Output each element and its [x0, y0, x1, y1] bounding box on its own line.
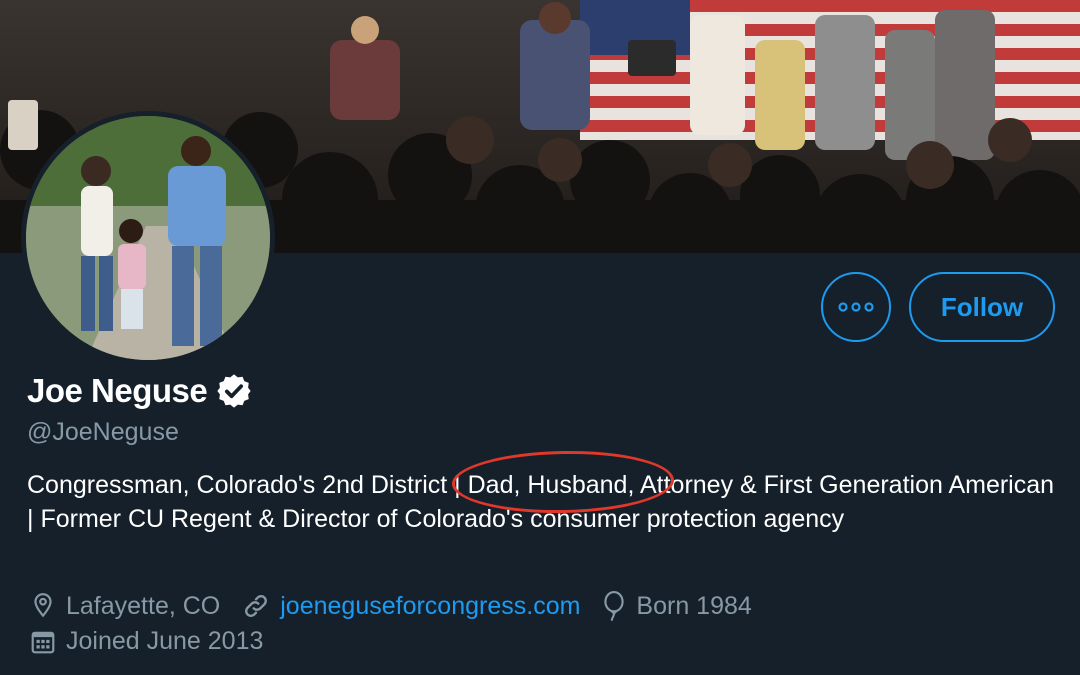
- birthdate-text: Born 1984: [636, 591, 752, 620]
- profile-name-row: Joe Neguse: [27, 372, 253, 410]
- avatar-photo: [26, 116, 270, 360]
- location-item: Lafayette, CO: [30, 592, 220, 621]
- verified-badge-icon: [215, 372, 253, 410]
- joined-item: Joined June 2013: [30, 627, 263, 656]
- profile-name: Joe Neguse: [27, 372, 208, 409]
- avatar[interactable]: [21, 111, 275, 365]
- bio-highlight-label: Dad, Husband,: [467, 471, 635, 499]
- joined-text: Joined June 2013: [66, 627, 264, 655]
- profile-handle: @JoeNeguse: [27, 418, 179, 446]
- more-options-icon: [838, 302, 874, 312]
- follow-button[interactable]: Follow: [909, 272, 1055, 342]
- location-pin-icon: [30, 592, 56, 620]
- more-options-button[interactable]: [821, 272, 891, 342]
- calendar-icon: [30, 629, 56, 655]
- profile-meta-row: Lafayette, CO joeneguseforcongress.com B…: [30, 591, 774, 621]
- birthdate-item: Born 1984: [602, 591, 752, 621]
- bio-highlighted-text: Dad, Husband,: [451, 449, 675, 515]
- link-icon: [242, 592, 270, 620]
- website-link[interactable]: joeneguseforcongress.com: [280, 592, 580, 621]
- location-text: Lafayette, CO: [66, 591, 221, 620]
- website-item[interactable]: joeneguseforcongress.com: [242, 592, 580, 621]
- bio-text-start: Congressman, Colorado's 2nd District |: [27, 471, 468, 499]
- balloon-icon: [602, 591, 626, 621]
- profile-meta-row-joined: Joined June 2013: [30, 627, 285, 656]
- profile-bio: Congressman, Colorado's 2nd District | D…: [27, 449, 1057, 536]
